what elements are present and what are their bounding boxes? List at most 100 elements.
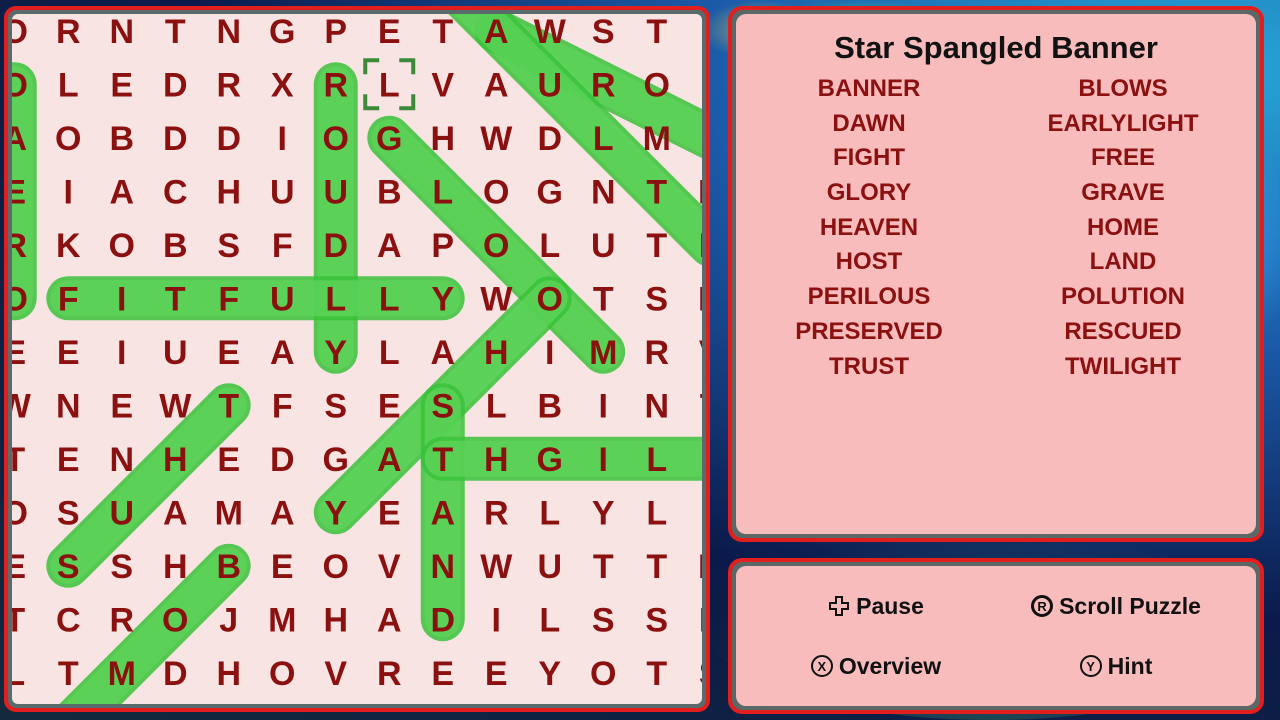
- grid-letter[interactable]: A: [270, 334, 295, 372]
- grid-letter[interactable]: F: [272, 227, 293, 265]
- grid-letter[interactable]: R: [591, 66, 616, 104]
- grid-letter[interactable]: O: [323, 548, 349, 586]
- grid-letter[interactable]: T: [646, 173, 667, 211]
- grid-letter[interactable]: M: [108, 655, 136, 693]
- grid-letter[interactable]: L: [379, 66, 400, 104]
- grid-letter[interactable]: B: [377, 173, 402, 211]
- grid-letter[interactable]: O: [12, 494, 28, 532]
- letter-grid[interactable]: ORNTNGPETAWSTIOLEDRXRLVAUROIAOBDDIOGHWDL…: [12, 14, 702, 704]
- grid-letter[interactable]: N: [56, 387, 81, 425]
- grid-letter[interactable]: M: [215, 494, 243, 532]
- grid-letter[interactable]: S: [431, 387, 454, 425]
- grid-letter[interactable]: W: [480, 548, 513, 586]
- grid-letter[interactable]: S: [110, 548, 133, 586]
- grid-letter[interactable]: A: [270, 494, 295, 532]
- grid-letter[interactable]: T: [12, 601, 25, 639]
- grid-letter[interactable]: D: [323, 227, 348, 265]
- grid-letter[interactable]: L: [593, 120, 614, 158]
- grid-letter[interactable]: R: [484, 494, 509, 532]
- grid-letter[interactable]: U: [537, 66, 562, 104]
- grid-letter[interactable]: L: [646, 494, 667, 532]
- grid-letter[interactable]: B: [163, 227, 188, 265]
- grid-letter[interactable]: O: [109, 227, 135, 265]
- grid-letter[interactable]: Y: [592, 494, 615, 532]
- grid-letter[interactable]: B: [109, 120, 134, 158]
- grid-letter[interactable]: E: [110, 387, 133, 425]
- grid-letter[interactable]: I: [117, 334, 126, 372]
- grid-letter[interactable]: B: [537, 387, 562, 425]
- grid-letter[interactable]: F: [700, 441, 702, 479]
- grid-letter[interactable]: C: [163, 173, 188, 211]
- grid-letter[interactable]: T: [646, 14, 667, 51]
- grid-letter[interactable]: F: [700, 120, 702, 158]
- grid-letter[interactable]: Y: [431, 280, 454, 318]
- grid-letter[interactable]: S: [592, 14, 615, 51]
- grid-letter[interactable]: N: [698, 173, 702, 211]
- grid-letter[interactable]: R: [377, 655, 402, 693]
- grid-letter[interactable]: D: [163, 655, 188, 693]
- grid-letter[interactable]: H: [216, 173, 241, 211]
- puzzle-grid-area[interactable]: ORNTNGPETAWSTIOLEDRXRLVAUROIAOBDDIOGHWDL…: [12, 14, 702, 704]
- grid-letter[interactable]: S: [645, 280, 668, 318]
- grid-letter[interactable]: A: [430, 334, 455, 372]
- grid-letter[interactable]: S: [57, 494, 80, 532]
- grid-letter[interactable]: E: [378, 494, 401, 532]
- grid-letter[interactable]: O: [269, 655, 295, 693]
- grid-letter[interactable]: F: [58, 280, 79, 318]
- grid-letter[interactable]: I: [599, 441, 608, 479]
- grid-letter[interactable]: R: [12, 227, 27, 265]
- grid-letter[interactable]: B: [216, 548, 241, 586]
- grid-letter[interactable]: T: [646, 655, 667, 693]
- grid-letter[interactable]: D: [216, 120, 241, 158]
- grid-letter[interactable]: A: [430, 494, 455, 532]
- grid-letter[interactable]: D: [430, 601, 455, 639]
- grid-letter[interactable]: J: [219, 601, 238, 639]
- grid-letter[interactable]: S: [645, 601, 668, 639]
- grid-letter[interactable]: D: [163, 66, 188, 104]
- grid-letter[interactable]: H: [430, 120, 455, 158]
- grid-letter[interactable]: D: [698, 548, 702, 586]
- grid-letter[interactable]: T: [593, 280, 614, 318]
- grid-letter[interactable]: I: [117, 280, 126, 318]
- grid-letter[interactable]: F: [218, 280, 239, 318]
- grid-letter[interactable]: O: [537, 280, 563, 318]
- grid-letter[interactable]: P: [324, 14, 347, 51]
- grid-letter[interactable]: G: [537, 441, 563, 479]
- grid-letter[interactable]: T: [700, 387, 702, 425]
- grid-letter[interactable]: H: [163, 548, 188, 586]
- grid-letter[interactable]: T: [58, 655, 79, 693]
- grid-letter[interactable]: T: [432, 441, 453, 479]
- grid-letter[interactable]: L: [12, 655, 25, 693]
- grid-letter[interactable]: O: [483, 227, 509, 265]
- grid-letter[interactable]: H: [163, 441, 188, 479]
- grid-letter[interactable]: E: [12, 173, 26, 211]
- grid-letter[interactable]: L: [539, 494, 560, 532]
- grid-letter[interactable]: W: [12, 387, 32, 425]
- grid-letter[interactable]: L: [539, 227, 560, 265]
- grid-letter[interactable]: O: [644, 66, 670, 104]
- grid-letter[interactable]: R: [323, 66, 348, 104]
- grid-letter[interactable]: N: [430, 548, 455, 586]
- grid-letter[interactable]: H: [323, 601, 348, 639]
- grid-letter[interactable]: E: [699, 601, 702, 639]
- grid-letter[interactable]: E: [378, 14, 401, 51]
- grid-letter[interactable]: T: [165, 14, 186, 51]
- grid-letter[interactable]: Y: [324, 494, 347, 532]
- grid-letter[interactable]: T: [218, 387, 239, 425]
- grid-letter[interactable]: S: [57, 548, 80, 586]
- grid-letter[interactable]: K: [56, 227, 81, 265]
- grid-letter[interactable]: L: [432, 173, 453, 211]
- grid-letter[interactable]: S: [217, 227, 240, 265]
- grid-letter[interactable]: V: [699, 334, 702, 372]
- grid-letter[interactable]: O: [323, 120, 349, 158]
- grid-letter[interactable]: T: [593, 548, 614, 586]
- grid-letter[interactable]: N: [109, 441, 134, 479]
- grid-letter[interactable]: N: [109, 14, 134, 51]
- grid-letter[interactable]: E: [271, 548, 294, 586]
- grid-letter[interactable]: C: [56, 601, 81, 639]
- grid-letter[interactable]: L: [486, 387, 507, 425]
- grid-letter[interactable]: U: [537, 548, 562, 586]
- grid-letter[interactable]: R: [56, 14, 81, 51]
- grid-letter[interactable]: S: [592, 601, 615, 639]
- grid-letter[interactable]: E: [217, 441, 240, 479]
